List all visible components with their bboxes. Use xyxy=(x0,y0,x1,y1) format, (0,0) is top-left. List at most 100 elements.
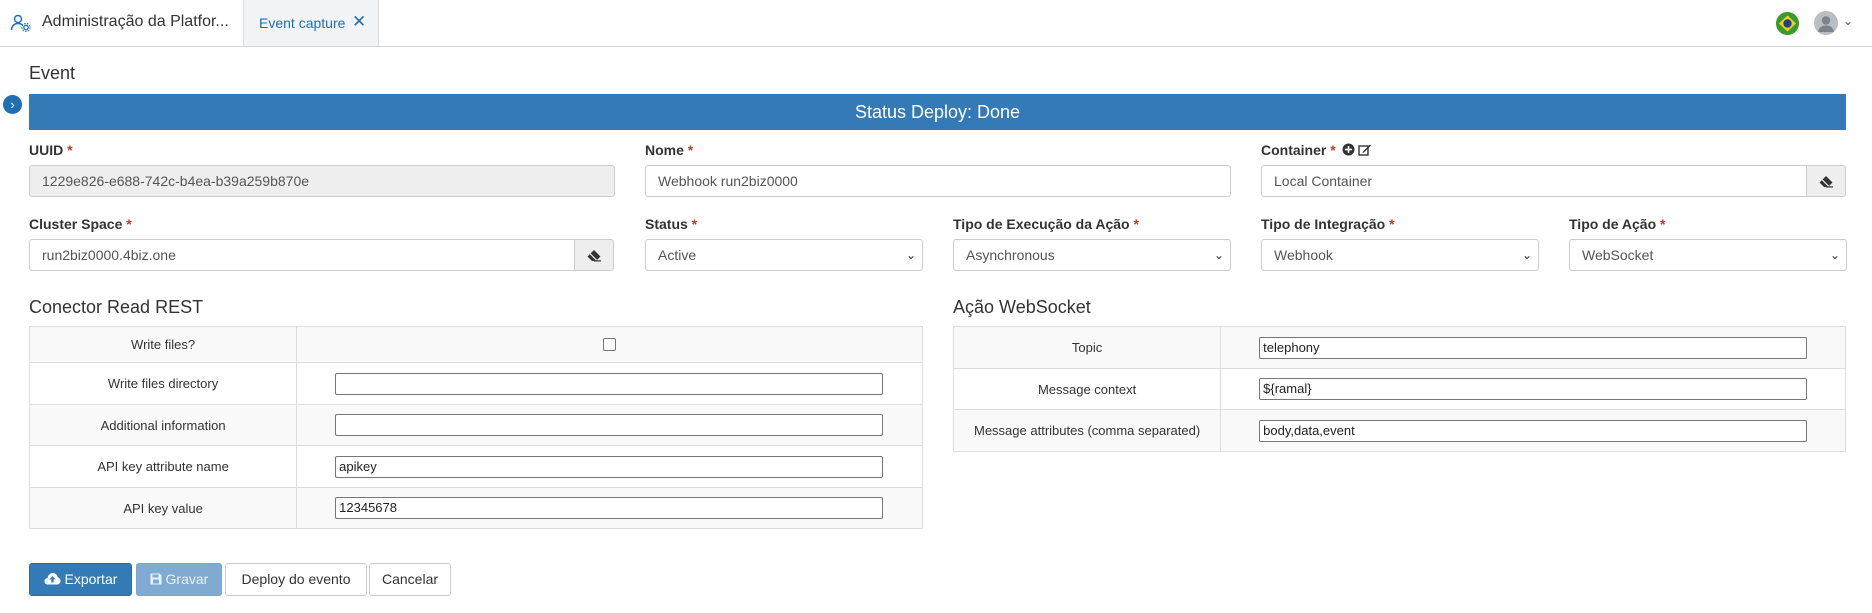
cancel-button[interactable]: Cancelar xyxy=(369,563,451,596)
chevron-right-icon[interactable]: › xyxy=(3,95,22,114)
row-label: API key value xyxy=(28,487,298,529)
cluster-space-field[interactable]: run2biz0000.4biz.one xyxy=(29,239,575,271)
additional-information-input[interactable] xyxy=(335,414,884,436)
row-label: Additional information xyxy=(28,404,298,446)
tipo-execucao-label: Tipo de Execução da Ação * xyxy=(953,216,1139,232)
eraser-icon xyxy=(587,249,601,261)
app-title[interactable]: Administração da Platfor... xyxy=(42,13,229,31)
label-text: Container xyxy=(1261,142,1327,158)
table-row: Message context ${ramal} xyxy=(952,368,1846,410)
status-select[interactable]: Active ⌄ xyxy=(645,239,923,271)
chevron-down-icon: ⌄ xyxy=(1829,248,1840,262)
row-label: Write files? xyxy=(28,326,298,363)
tab-label[interactable]: Event capture xyxy=(259,15,345,31)
required-mark: * xyxy=(1133,216,1139,232)
button-label: Exportar xyxy=(64,571,118,587)
plus-circle-icon[interactable] xyxy=(1342,143,1355,156)
write-files-checkbox[interactable] xyxy=(603,338,617,351)
container-clear-button[interactable] xyxy=(1806,165,1846,197)
row-value: 12345678 xyxy=(296,487,923,529)
required-mark: * xyxy=(687,142,694,158)
row-label: Message attributes (comma separated) xyxy=(952,409,1222,452)
row-value: apikey xyxy=(296,445,923,488)
row-label: API key attribute name xyxy=(28,445,298,488)
button-label: Gravar xyxy=(165,571,209,587)
tipo-integracao-label: Tipo de Integração * xyxy=(1261,216,1395,232)
select-value: Webhook xyxy=(1274,247,1333,263)
label-text: UUID xyxy=(29,142,64,158)
connector-section-title: Conector Read REST xyxy=(29,297,204,317)
websocket-table: Topic telephony Message context ${ramal}… xyxy=(952,326,1846,452)
websocket-section-title: Ação WebSocket xyxy=(953,297,1091,317)
label-text: Nome xyxy=(645,142,684,158)
floppy-icon xyxy=(150,573,162,585)
write-files-directory-input[interactable] xyxy=(335,372,884,395)
user-avatar-icon[interactable] xyxy=(1814,11,1838,35)
row-value xyxy=(296,362,923,405)
eraser-icon xyxy=(1819,175,1833,187)
select-value: WebSocket xyxy=(1582,247,1654,263)
tipo-integracao-select[interactable]: Webhook ⌄ xyxy=(1261,239,1539,271)
chevron-down-icon[interactable]: ⌄ xyxy=(1843,14,1853,28)
row-label: Topic xyxy=(952,326,1222,369)
row-value: telephony xyxy=(1220,326,1846,369)
top-bar: Administração da Platfor... Event captur… xyxy=(0,0,1872,47)
cluster-space-label: Cluster Space * xyxy=(29,216,132,232)
close-icon[interactable]: ✕ xyxy=(352,13,366,31)
label-text: Tipo de Ação xyxy=(1569,216,1657,232)
container-label: Container * xyxy=(1261,142,1372,158)
topic-input[interactable]: telephony xyxy=(1259,336,1808,359)
api-key-attribute-input[interactable]: apikey xyxy=(335,455,884,478)
table-row: Topic telephony xyxy=(952,326,1846,369)
status-banner: Status Deploy: Done xyxy=(29,94,1846,130)
nome-label: Nome * xyxy=(645,142,693,158)
label-text: Tipo de Integração xyxy=(1261,216,1386,232)
status-label: Status * xyxy=(645,216,697,232)
nome-field[interactable]: Webhook run2biz0000 xyxy=(645,165,1231,197)
required-mark: * xyxy=(67,142,73,158)
tab-event-capture[interactable]: Event capture ✕ xyxy=(243,0,379,46)
row-value xyxy=(296,404,923,446)
tipo-execucao-select[interactable]: Asynchronous ⌄ xyxy=(953,239,1231,271)
page-title: Event xyxy=(29,63,76,83)
table-row: API key attribute name apikey xyxy=(28,445,923,488)
row-value: ${ramal} xyxy=(1220,368,1846,410)
table-row: Write files directory xyxy=(28,362,923,405)
row-value xyxy=(296,326,923,363)
row-value: body,data,event xyxy=(1220,409,1846,452)
edit-icon[interactable] xyxy=(1358,143,1372,156)
chevron-down-icon: ⌄ xyxy=(1521,248,1532,262)
chevron-down-icon: ⌄ xyxy=(1213,248,1224,262)
required-mark: * xyxy=(691,216,698,232)
table-row: API key value 12345678 xyxy=(28,487,923,529)
label-text: Tipo de Execução da Ação xyxy=(953,216,1130,232)
required-mark: * xyxy=(1330,142,1336,158)
tipo-acao-select[interactable]: WebSocket ⌄ xyxy=(1569,239,1847,271)
export-button[interactable]: Exportar xyxy=(29,563,132,596)
table-row: Additional information xyxy=(28,404,923,446)
message-context-input[interactable]: ${ramal} xyxy=(1259,378,1808,400)
chevron-down-icon: ⌄ xyxy=(905,248,916,262)
save-button[interactable]: Gravar xyxy=(136,563,222,596)
required-mark: * xyxy=(1389,216,1395,232)
tipo-acao-label: Tipo de Ação * xyxy=(1569,216,1665,232)
select-value: Active xyxy=(658,247,697,263)
deploy-event-button[interactable]: Deploy do evento xyxy=(225,563,367,596)
users-cog-icon[interactable] xyxy=(10,13,32,33)
container-field[interactable]: Local Container xyxy=(1261,165,1807,197)
select-value: Asynchronous xyxy=(966,247,1055,263)
message-attributes-input[interactable]: body,data,event xyxy=(1259,419,1808,442)
required-mark: * xyxy=(1660,216,1666,232)
row-label: Write files directory xyxy=(28,362,298,405)
connector-table: Write files? Write files directory Addit… xyxy=(28,326,923,529)
row-label: Message context xyxy=(952,368,1222,410)
label-text: Cluster Space xyxy=(29,216,123,232)
table-row: Message attributes (comma separated) bod… xyxy=(952,409,1846,452)
cluster-space-clear-button[interactable] xyxy=(574,239,614,271)
table-row: Write files? xyxy=(28,326,923,363)
uuid-field[interactable]: 1229e826-e688-742c-b4ea-b39a259b870e xyxy=(29,165,615,197)
brazil-flag-icon[interactable] xyxy=(1776,12,1799,35)
cloud-upload-icon xyxy=(44,573,61,585)
api-key-value-input[interactable]: 12345678 xyxy=(335,497,884,519)
required-mark: * xyxy=(126,216,132,232)
